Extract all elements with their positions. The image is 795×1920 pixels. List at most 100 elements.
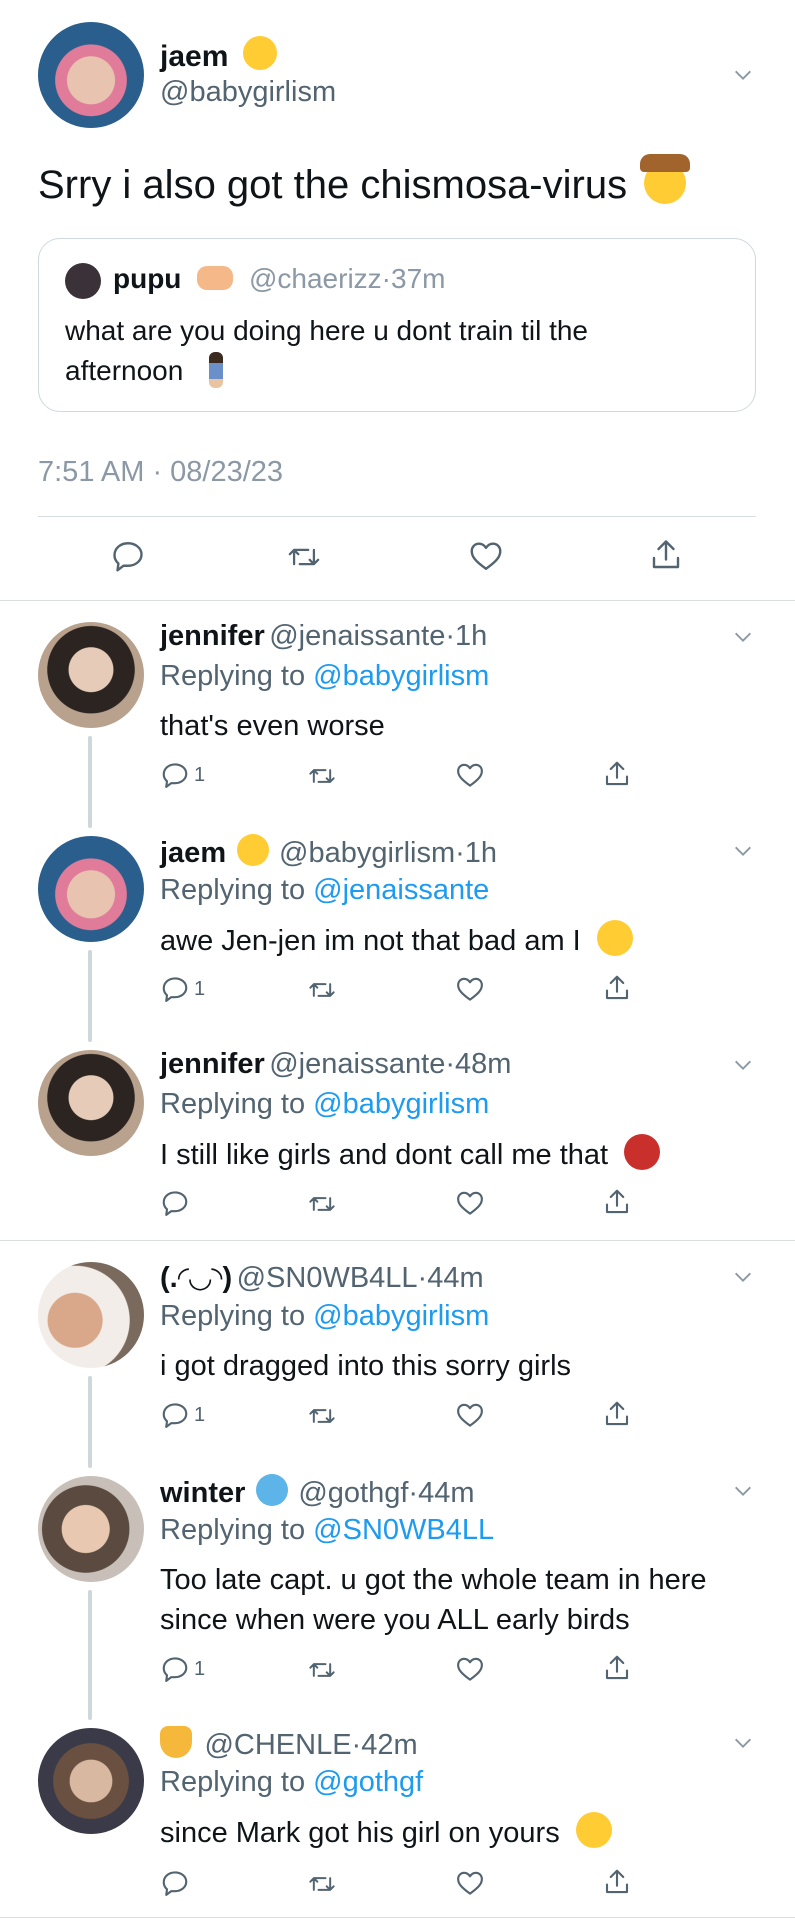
avatar [65, 263, 101, 299]
chevron-down-icon[interactable] [732, 840, 754, 862]
share-icon[interactable] [602, 972, 632, 1004]
replying-label: Replying to [160, 660, 306, 692]
reply-button[interactable]: 1 [160, 974, 205, 1004]
reply-icon [162, 763, 188, 788]
quoted-tweet-card[interactable]: pupu @chaerizz·37m what are you doing he… [38, 238, 756, 412]
avatar[interactable] [38, 1050, 144, 1156]
chevron-down-icon[interactable] [732, 1054, 754, 1076]
pleading-face-emoji [596, 920, 633, 956]
reply-count: 1 [194, 1657, 206, 1680]
tweet-text: Srry i also got the chismosa-virus [38, 163, 628, 207]
cowboy-face-emoji [640, 154, 691, 204]
share-icon[interactable] [602, 1866, 632, 1898]
reply-button[interactable]: 1 [160, 760, 205, 790]
chevron-down-icon[interactable] [732, 1266, 754, 1288]
author-name[interactable]: jaem [160, 40, 228, 73]
replying-to-link[interactable]: @SN0WB4LL [313, 1514, 494, 1546]
like-icon[interactable] [455, 1188, 485, 1218]
retweet-icon[interactable] [306, 1870, 338, 1898]
reply-icon [162, 977, 188, 1002]
retweet-icon[interactable] [306, 976, 338, 1004]
reply-count: 1 [194, 763, 206, 786]
thread-line [88, 1376, 92, 1468]
kissing-face-emoji [236, 834, 269, 866]
thread-line [88, 950, 92, 1042]
chevron-down-icon[interactable] [732, 626, 754, 648]
reply-icon [162, 1191, 188, 1216]
share-icon[interactable] [648, 536, 684, 574]
quote-author-name: pupu [113, 263, 182, 294]
author-name[interactable]: jaem [160, 837, 226, 869]
share-icon[interactable] [602, 1398, 632, 1430]
chevron-down-icon[interactable] [732, 64, 754, 86]
like-icon[interactable] [455, 1868, 485, 1898]
retweet-icon[interactable] [306, 1190, 338, 1218]
thread-line [88, 736, 92, 828]
avatar[interactable] [38, 1262, 144, 1368]
reply-icon [162, 1403, 188, 1428]
chevron-down-icon[interactable] [732, 1732, 754, 1754]
tweet-time: 1h [464, 837, 498, 869]
reply-count: 1 [194, 1403, 206, 1426]
replying-to-link[interactable]: @jenaissante [313, 874, 489, 906]
replying-to-link[interactable]: @babygirlism [313, 1300, 489, 1332]
ogre-emoji [624, 1134, 661, 1170]
avatar[interactable] [38, 1728, 144, 1834]
reply-icon[interactable] [110, 538, 146, 574]
reply-button[interactable]: 1 [160, 1654, 205, 1684]
author-name[interactable]: winter [160, 1477, 245, 1509]
divider [38, 516, 756, 517]
reply-button[interactable] [160, 1188, 194, 1218]
like-icon[interactable] [455, 974, 485, 1004]
tweet-time: 48m [455, 1048, 512, 1080]
divider [0, 1240, 795, 1241]
like-icon[interactable] [455, 760, 485, 790]
author-handle[interactable]: @CHENLE [204, 1729, 351, 1761]
reply-text: since Mark got his girl on yours [160, 1817, 560, 1849]
author-handle[interactable]: @gothgf [298, 1477, 408, 1509]
retweet-icon[interactable] [306, 1402, 338, 1430]
replying-to-link[interactable]: @babygirlism [313, 1088, 489, 1120]
author-handle[interactable]: @jenaissante [269, 620, 445, 652]
author-handle[interactable]: @SN0WB4LL [237, 1262, 418, 1294]
like-icon[interactable] [468, 538, 504, 574]
avatar[interactable] [38, 622, 144, 728]
heart-hands-emoji [197, 266, 234, 290]
divider [0, 1917, 795, 1918]
author-handle[interactable]: @babygirlism [279, 837, 455, 869]
tweet-time: 44m [418, 1477, 475, 1509]
like-icon[interactable] [455, 1400, 485, 1430]
reply-button[interactable] [160, 1868, 194, 1898]
replying-label: Replying to [160, 874, 306, 906]
quote-text-line2: afternoon [65, 355, 184, 386]
reply-text: i got dragged into this sorry girls [160, 1350, 572, 1382]
replying-label: Replying to [160, 1766, 306, 1798]
author-handle[interactable]: @jenaissante [269, 1048, 445, 1080]
retweet-icon[interactable] [285, 540, 323, 574]
retweet-icon[interactable] [306, 762, 338, 790]
share-icon[interactable] [602, 1652, 632, 1684]
share-icon[interactable] [602, 1186, 632, 1218]
reply-text: that's even worse [160, 710, 385, 742]
tweet-time: 44m [427, 1262, 484, 1294]
reply-text-line2: since when were you ALL early birds [160, 1604, 630, 1636]
author-name[interactable]: jennifer [160, 1048, 265, 1080]
thread-line [88, 1590, 92, 1720]
chevron-down-icon[interactable] [732, 1480, 754, 1502]
replying-to-link[interactable]: @babygirlism [313, 660, 489, 692]
reply-icon [162, 1871, 188, 1896]
avatar[interactable] [38, 22, 144, 128]
reply-text: awe Jen-jen im not that bad am I [160, 925, 581, 957]
author-handle[interactable]: @babygirlism [160, 76, 336, 109]
reply-button[interactable]: 1 [160, 1400, 205, 1430]
kissing-face-emoji [242, 36, 277, 70]
share-icon[interactable] [602, 758, 632, 790]
tweet-time: 1h [455, 620, 488, 652]
avatar[interactable] [38, 836, 144, 942]
avatar[interactable] [38, 1476, 144, 1582]
author-name[interactable]: jennifer [160, 620, 265, 652]
replying-to-link[interactable]: @gothgf [313, 1766, 423, 1798]
author-name[interactable]: (.◜◡◝) [160, 1262, 232, 1294]
like-icon[interactable] [455, 1654, 485, 1684]
retweet-icon[interactable] [306, 1656, 338, 1684]
